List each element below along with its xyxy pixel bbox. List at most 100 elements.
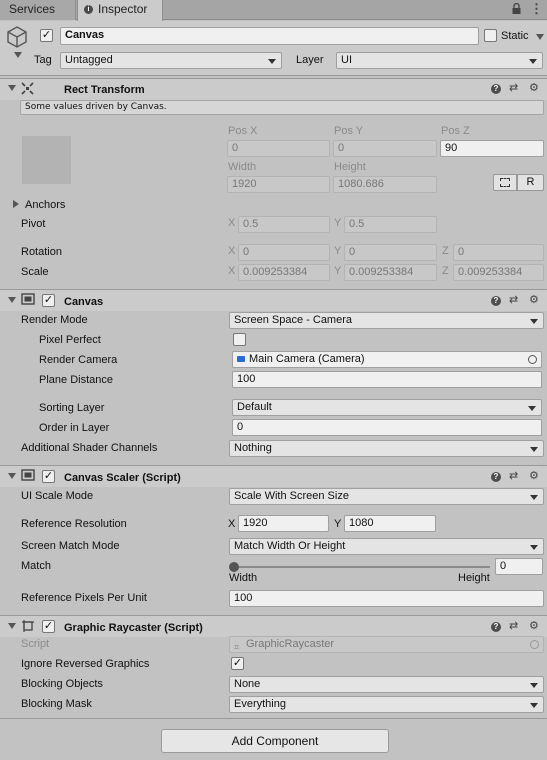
active-checkbox[interactable]: ✓ xyxy=(40,29,53,42)
rotation-y-axis-label: Y xyxy=(334,245,342,257)
pivot-y-field[interactable]: 0.5 xyxy=(344,216,437,233)
pos-z-field[interactable]: 90 xyxy=(440,140,544,157)
canvas-scaler-icon xyxy=(21,469,35,484)
scale-x-field[interactable]: 0.009253384 xyxy=(238,264,330,281)
canvas-fold-icon[interactable] xyxy=(8,297,16,303)
add-component-button[interactable]: Add Component xyxy=(161,729,389,753)
canvas-enabled-checkbox[interactable]: ✓ xyxy=(42,294,55,307)
rotation-y-field[interactable]: 0 xyxy=(344,244,437,261)
order-in-layer-label: Order in Layer xyxy=(39,422,110,434)
ref-resolution-x-field[interactable]: 1920 xyxy=(238,515,329,532)
tab-inspector-label: Inspector xyxy=(98,2,148,16)
pivot-y-axis-label: Y xyxy=(334,217,342,229)
raycaster-fold-icon[interactable] xyxy=(8,623,16,629)
sorting-layer-label: Sorting Layer xyxy=(39,402,105,414)
scale-x-axis-label: X xyxy=(228,265,236,277)
canvas-scaler-help-icon[interactable]: ? xyxy=(491,472,501,482)
canvas-help-icon[interactable]: ? xyxy=(491,296,501,306)
pos-y-label: Pos Y xyxy=(334,125,364,137)
blocking-objects-dropdown[interactable]: None xyxy=(229,676,544,693)
rect-transform-gear-icon[interactable]: ⚙ xyxy=(529,81,539,94)
layer-label: Layer xyxy=(296,54,324,66)
width-field[interactable]: 1920 xyxy=(227,176,330,193)
rotation-z-field[interactable]: 0 xyxy=(453,244,544,261)
ref-y-axis-label: Y xyxy=(334,518,342,530)
tab-inspector[interactable]: i Inspector xyxy=(77,0,163,21)
anchors-label[interactable]: Anchors xyxy=(25,198,65,212)
pivot-x-field[interactable]: 0.5 xyxy=(238,216,330,233)
rotation-z-axis-label: Z xyxy=(442,245,449,257)
plane-distance-field[interactable]: 100 xyxy=(232,371,542,388)
render-camera-field[interactable]: Main Camera (Camera) xyxy=(232,351,542,368)
ui-scale-mode-dropdown[interactable]: Scale With Screen Size xyxy=(229,488,544,505)
pos-x-field[interactable]: 0 xyxy=(227,140,330,157)
camera-icon xyxy=(237,356,245,362)
canvas-scaler-fold-icon[interactable] xyxy=(8,473,16,479)
tag-label: Tag xyxy=(34,54,52,66)
match-value-field[interactable]: 0 xyxy=(495,558,543,575)
render-camera-label: Render Camera xyxy=(39,354,118,366)
raw-edit-button[interactable]: R xyxy=(517,174,544,191)
lock-icon[interactable] xyxy=(512,2,521,17)
scale-z-field[interactable]: 0.009253384 xyxy=(453,264,544,281)
render-mode-label: Render Mode xyxy=(21,314,88,326)
blocking-mask-dropdown[interactable]: Everything xyxy=(229,696,544,713)
scale-y-field[interactable]: 0.009253384 xyxy=(344,264,437,281)
section-divider xyxy=(0,718,547,719)
script-icon: ⌗ xyxy=(234,642,240,652)
pivot-x-axis-label: X xyxy=(228,217,236,229)
ref-resolution-y-field[interactable]: 1080 xyxy=(344,515,436,532)
raycaster-enabled-checkbox[interactable]: ✓ xyxy=(42,620,55,633)
anchor-presets-preview[interactable] xyxy=(22,136,71,184)
rect-transform-presets-icon[interactable]: ⇄ xyxy=(509,81,518,94)
canvas-scaler-enabled-checkbox[interactable]: ✓ xyxy=(42,470,55,483)
tab-services[interactable]: Services xyxy=(0,0,76,20)
render-mode-dropdown[interactable]: Screen Space - Camera xyxy=(229,312,544,329)
canvas-presets-icon[interactable]: ⇄ xyxy=(509,293,518,306)
menu-dots-icon[interactable]: ⋮ xyxy=(530,1,543,17)
script-label: Script xyxy=(21,638,50,650)
blocking-mask-label: Blocking Mask xyxy=(21,698,92,710)
icon-dropdown-arrow-icon[interactable] xyxy=(14,52,22,58)
ref-ppu-label: Reference Pixels Per Unit xyxy=(21,592,147,604)
shader-channels-dropdown[interactable]: Nothing xyxy=(229,440,544,457)
canvas-scaler-presets-icon[interactable]: ⇄ xyxy=(509,469,518,482)
canvas-gear-icon[interactable]: ⚙ xyxy=(529,293,539,306)
gameobject-cube-icon xyxy=(6,25,28,52)
pixel-perfect-checkbox[interactable] xyxy=(233,333,246,346)
height-label: Height xyxy=(334,161,366,173)
inspector-info-icon: i xyxy=(84,5,93,14)
pos-y-field[interactable]: 0 xyxy=(333,140,437,157)
raycaster-title: Graphic Raycaster (Script) xyxy=(64,622,203,634)
raycaster-gear-icon[interactable]: ⚙ xyxy=(529,619,539,632)
ref-ppu-field[interactable]: 100 xyxy=(229,590,544,607)
match-slider-track[interactable] xyxy=(234,566,490,568)
layer-dropdown[interactable]: UI xyxy=(336,52,543,69)
script-field[interactable]: ⌗ GraphicRaycaster xyxy=(229,636,544,653)
sorting-layer-dropdown[interactable]: Default xyxy=(232,399,542,416)
object-name-input[interactable]: Canvas xyxy=(60,27,479,45)
raycaster-presets-icon[interactable]: ⇄ xyxy=(509,619,518,632)
object-picker-icon[interactable] xyxy=(528,355,537,364)
static-label: Static xyxy=(501,30,529,42)
match-height-caption: Height xyxy=(458,572,490,584)
blueprint-mode-button[interactable] xyxy=(493,174,517,191)
scale-z-axis-label: Z xyxy=(442,265,449,277)
rotation-x-field[interactable]: 0 xyxy=(238,244,330,261)
ignore-reversed-checkbox[interactable]: ✓ xyxy=(231,657,244,670)
render-camera-value: Main Camera (Camera) xyxy=(249,353,365,365)
rect-transform-help-icon[interactable]: ? xyxy=(491,84,501,94)
static-dropdown-icon[interactable] xyxy=(536,34,544,40)
anchors-fold-icon[interactable] xyxy=(13,200,19,208)
raycaster-help-icon[interactable]: ? xyxy=(491,622,501,632)
width-label: Width xyxy=(228,161,257,173)
canvas-scaler-gear-icon[interactable]: ⚙ xyxy=(529,469,539,482)
ref-x-axis-label: X xyxy=(228,518,236,530)
tag-dropdown[interactable]: Untagged xyxy=(60,52,282,69)
rect-transform-fold-icon[interactable] xyxy=(8,85,16,91)
order-in-layer-field[interactable]: 0 xyxy=(232,419,542,436)
height-field[interactable]: 1080.686 xyxy=(333,176,437,193)
screen-match-mode-dropdown[interactable]: Match Width Or Height xyxy=(229,538,544,555)
static-checkbox[interactable] xyxy=(484,29,497,42)
script-value: GraphicRaycaster xyxy=(246,638,335,650)
